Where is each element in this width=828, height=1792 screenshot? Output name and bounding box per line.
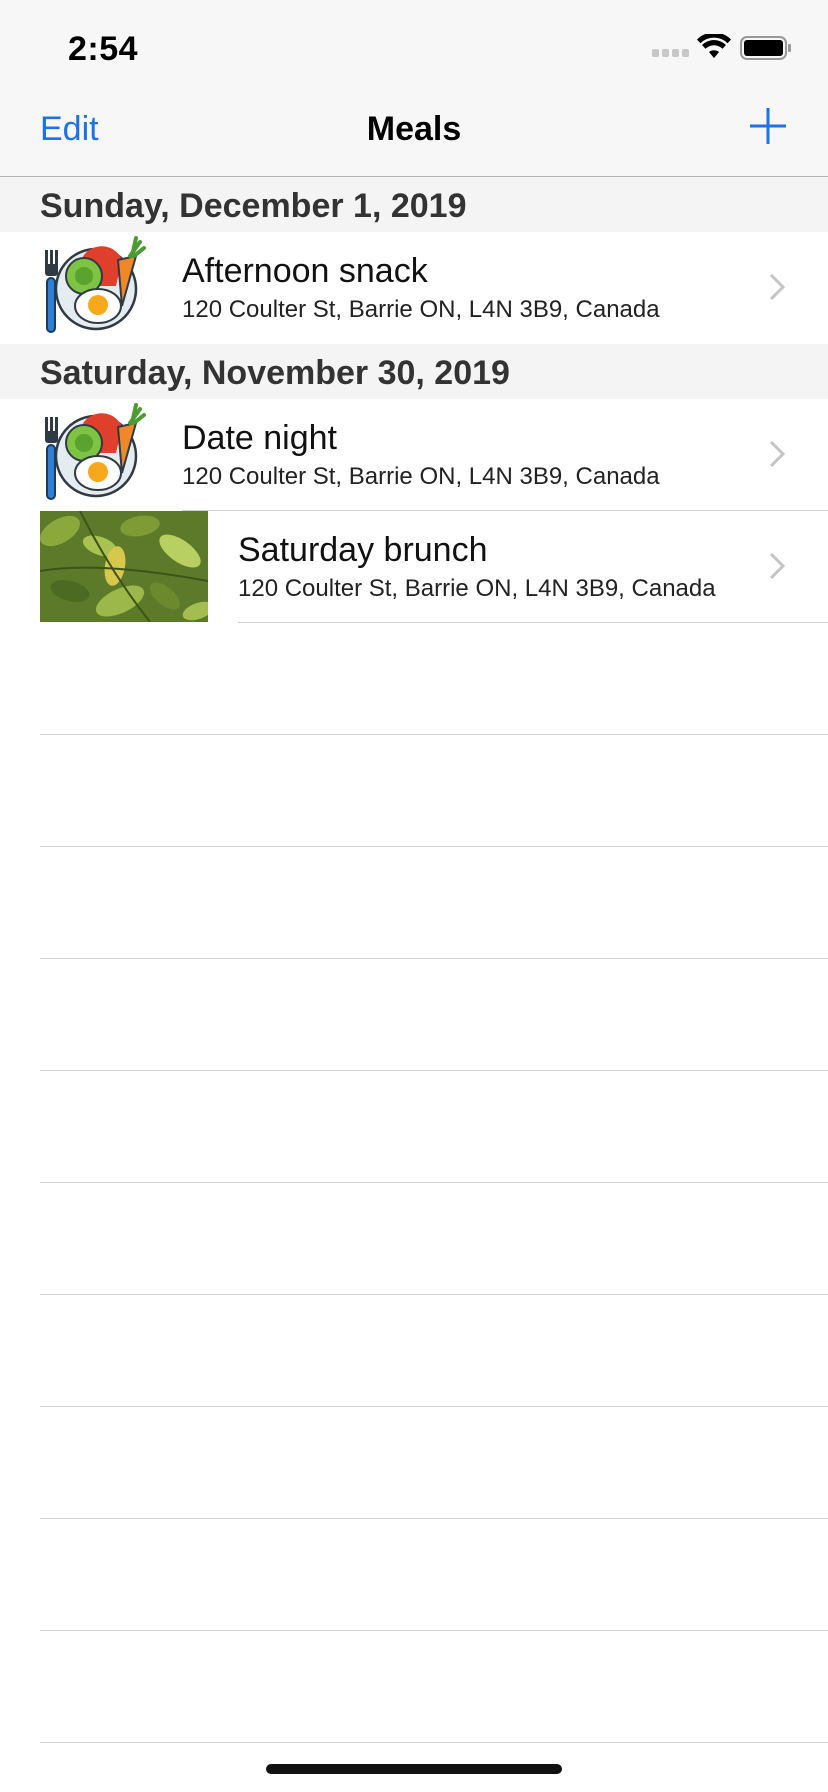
status-bar: 2:54 <box>0 0 828 88</box>
section-header: Saturday, November 30, 2019 <box>0 344 828 399</box>
meal-title: Saturday brunch <box>238 531 488 569</box>
cellular-signal-icon <box>652 49 689 57</box>
meal-plate-icon <box>43 236 146 334</box>
plus-icon[interactable] <box>748 106 788 146</box>
meal-plate-icon <box>43 403 146 501</box>
meal-title: Afternoon snack <box>182 252 428 290</box>
empty-row-separator <box>40 1182 828 1183</box>
chevron-right-icon <box>769 273 786 301</box>
section-date: Saturday, November 30, 2019 <box>40 354 510 392</box>
empty-row-separator <box>40 1070 828 1071</box>
page-title: Meals <box>366 110 462 148</box>
empty-row-separator <box>40 958 828 959</box>
empty-row-separator <box>40 1630 828 1631</box>
section-date: Sunday, December 1, 2019 <box>40 187 467 225</box>
meal-address: 120 Coulter St, Barrie ON, L4N 3B9, Cana… <box>182 296 660 323</box>
meal-address: 120 Coulter St, Barrie ON, L4N 3B9, Cana… <box>238 575 716 602</box>
chevron-right-icon <box>769 440 786 468</box>
battery-icon <box>740 36 791 60</box>
section-header: Sunday, December 1, 2019 <box>0 177 828 232</box>
empty-row-separator <box>40 1742 828 1743</box>
empty-row-separator <box>40 1406 828 1407</box>
empty-row-separator <box>40 1294 828 1295</box>
meal-row-afternoon-snack[interactable]: Afternoon snack 120 Coulter St, Barrie O… <box>0 232 828 343</box>
meal-title: Date night <box>182 419 337 457</box>
empty-row-separator <box>40 734 828 735</box>
empty-row-separator <box>40 846 828 847</box>
wifi-icon <box>697 34 731 58</box>
home-indicator[interactable] <box>266 1764 562 1774</box>
empty-row-separator <box>40 1518 828 1519</box>
chevron-right-icon <box>769 552 786 580</box>
meal-row-date-night[interactable]: Date night 120 Coulter St, Barrie ON, L4… <box>0 399 828 510</box>
edit-button[interactable]: Edit <box>40 110 99 149</box>
status-time: 2:54 <box>68 30 139 68</box>
navigation-bar: Edit Meals <box>0 88 828 177</box>
row-separator <box>238 622 828 623</box>
leaves-photo <box>40 511 208 622</box>
meal-row-saturday-brunch[interactable]: Saturday brunch 120 Coulter St, Barrie O… <box>0 511 828 622</box>
meal-address: 120 Coulter St, Barrie ON, L4N 3B9, Cana… <box>182 463 660 490</box>
